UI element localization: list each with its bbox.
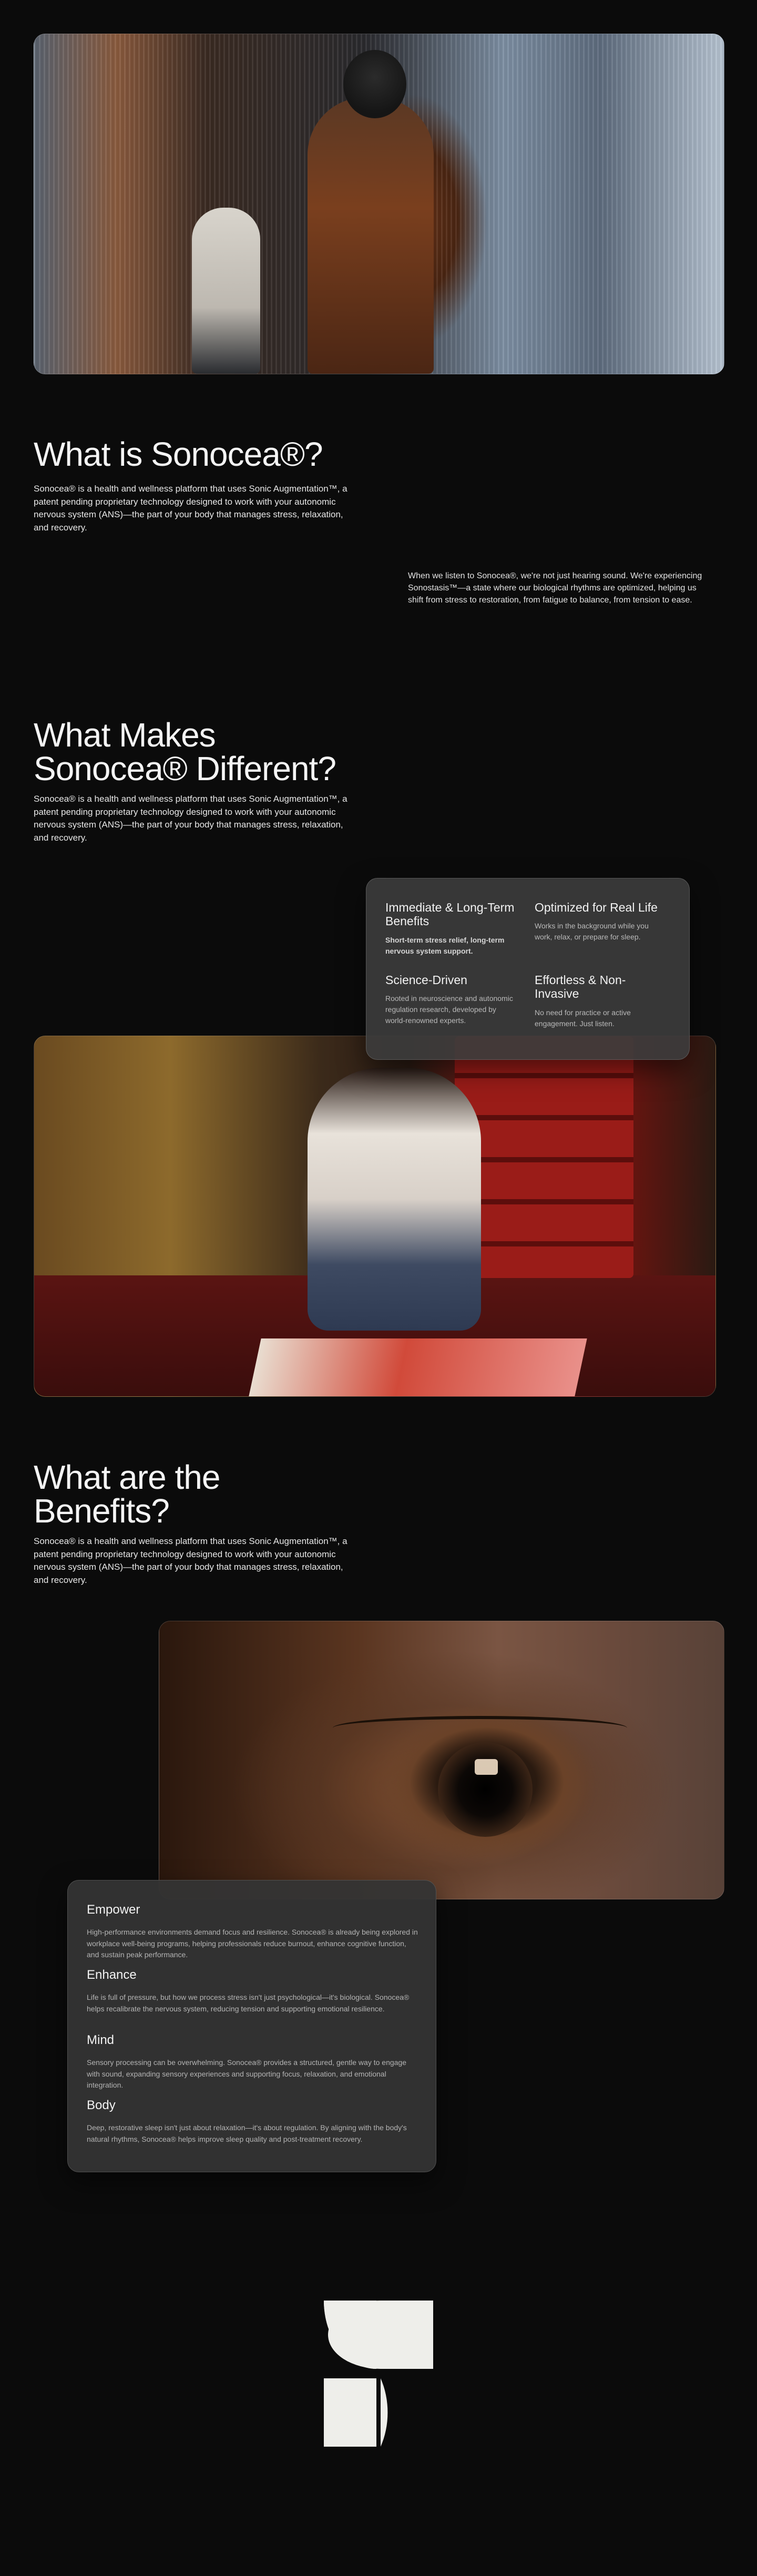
logo-shape-bottom-right — [381, 2378, 388, 2447]
hero-person-figure — [308, 97, 434, 374]
benefit-mind: Mind Sensory processing can be overwhelm… — [87, 2033, 418, 2091]
eye-image — [159, 1621, 724, 1899]
painter-canvas-sheet — [249, 1338, 587, 1396]
hero-image — [34, 34, 724, 374]
hero-person-head-headphones — [343, 50, 406, 118]
benefit-text: Deep, restorative sleep isn't just about… — [87, 2123, 407, 2143]
benefit-enhance: Enhance Life is full of pressure, but ho… — [87, 1968, 418, 2015]
feature-title: Optimized for Real Life — [535, 901, 658, 914]
different-title-line1: What Makes — [34, 716, 216, 754]
eye-lashes — [333, 1716, 627, 1740]
different-paragraph: Sonocea® is a health and wellness platfo… — [34, 794, 347, 843]
what-is-side-paragraph: When we listen to Sonocea®, we're not ju… — [408, 571, 702, 605]
what-is-title: What is Sonocea®? — [34, 435, 323, 473]
benefit-text: Life is full of pressure, but how we pro… — [87, 1993, 410, 2013]
painter-red-cabinet — [455, 1036, 633, 1278]
feature-title: Effortless & Non-Invasive — [535, 973, 626, 1001]
benefit-title: Enhance — [87, 1968, 137, 1982]
logo-shape-top-right — [328, 2301, 433, 2369]
benefits-paragraph: Sonocea® is a health and wellness platfo… — [34, 1536, 347, 1585]
benefit-text: High-performance environments demand foc… — [87, 1928, 418, 1959]
hero-background-pedestrian — [192, 208, 260, 374]
feature-title: Immediate & Long-Term Benefits — [385, 901, 515, 928]
benefits-title-line2: Benefits? — [34, 1492, 170, 1530]
benefit-title: Empower — [87, 1903, 140, 1917]
benefits-title: What are the Benefits? — [34, 1460, 402, 1528]
features-card: Immediate & Long-Term Benefits Short-ter… — [366, 878, 690, 1060]
different-title: What Makes Sonocea® Different? — [34, 718, 402, 785]
feature-text: Short-term stress relief, long-term nerv… — [385, 935, 505, 955]
different-title-line2: Sonocea® Different? — [34, 750, 336, 788]
feature-text: Works in the background while you work, … — [535, 922, 649, 942]
painter-image — [34, 1036, 716, 1397]
benefit-empower: Empower High-performance environments de… — [87, 1903, 418, 1961]
feature-title: Science-Driven — [385, 973, 467, 987]
feature-text: No need for practice or active engagemen… — [535, 1008, 631, 1028]
feature-text: Rooted in neuroscience and autonomic reg… — [385, 994, 513, 1025]
benefit-title: Mind — [87, 2033, 115, 2047]
benefit-text: Sensory processing can be overwhelming. … — [87, 2058, 407, 2090]
benefits-title-line1: What are the — [34, 1458, 220, 1496]
eye-iris — [438, 1742, 533, 1837]
benefit-title: Body — [87, 2098, 116, 2112]
eye-reflection — [475, 1759, 498, 1775]
logo-shape-bottom-left — [324, 2378, 376, 2447]
feature-science-driven: Science-Driven Rooted in neuroscience an… — [385, 973, 517, 1026]
feature-immediate-benefits: Immediate & Long-Term Benefits Short-ter… — [385, 901, 517, 957]
feature-effortless: Effortless & Non-Invasive No need for pr… — [535, 973, 666, 1029]
what-is-paragraph: Sonocea® is a health and wellness platfo… — [34, 484, 347, 533]
feature-optimized-real-life: Optimized for Real Life Works in the bac… — [535, 901, 666, 943]
painter-woman-figure — [308, 1068, 481, 1331]
sonocea-logo-icon — [324, 2301, 433, 2447]
benefits-card: Empower High-performance environments de… — [67, 1880, 436, 2172]
benefit-body: Body Deep, restorative sleep isn't just … — [87, 2098, 418, 2145]
